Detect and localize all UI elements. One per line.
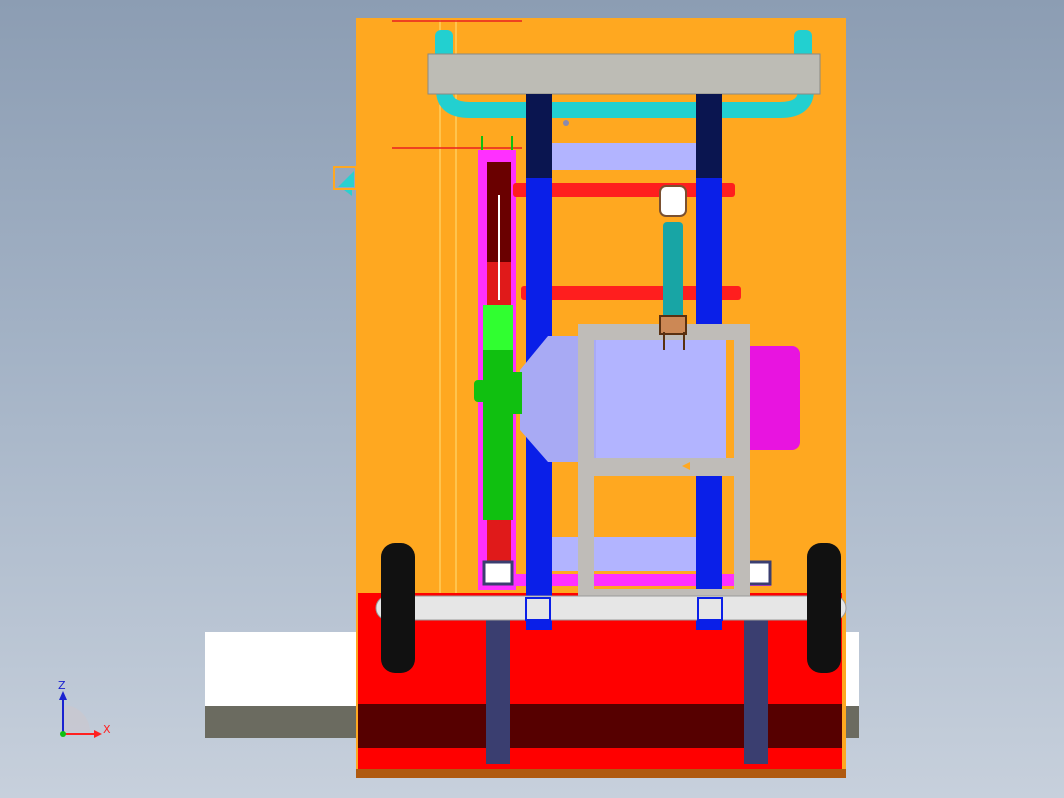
drive-pulley-highlight (483, 305, 513, 350)
cad-model-scene[interactable]: Z X (0, 0, 1064, 798)
lower-rail (515, 574, 771, 586)
base-bottom-strip (356, 769, 846, 778)
upright-left-cap (526, 94, 552, 178)
view-orientation-icon[interactable] (333, 166, 357, 196)
support-leg-right (744, 612, 768, 764)
z-axis-label: Z (58, 679, 66, 692)
lower-plate (550, 537, 700, 571)
x-axis-arrow (94, 730, 102, 738)
support-leg-left (486, 612, 510, 764)
axle (375, 595, 847, 621)
bracket-crossbar (594, 458, 734, 476)
handle-bar (427, 53, 821, 95)
pulley-flange (512, 372, 522, 414)
link-top-joint (659, 185, 687, 217)
triad-origin (60, 731, 66, 737)
bracket-inner (604, 354, 722, 458)
base-dark-band (358, 704, 842, 748)
coordinate-triad: Z X (58, 679, 111, 738)
clamp-left (482, 560, 514, 586)
wheel-left (381, 543, 415, 673)
z-axis-arrow (59, 691, 67, 700)
upper-plate (552, 143, 697, 170)
graphics-viewport[interactable]: Z X (0, 0, 1064, 798)
link-bottom-joint (659, 315, 687, 335)
wheel-right (807, 543, 841, 673)
pulley-hub (474, 380, 486, 402)
triad-arc (63, 705, 90, 732)
upright-right-cap (696, 94, 722, 178)
x-axis-label: X (103, 723, 111, 736)
tensioner-link (663, 222, 683, 322)
bolt (563, 120, 569, 126)
